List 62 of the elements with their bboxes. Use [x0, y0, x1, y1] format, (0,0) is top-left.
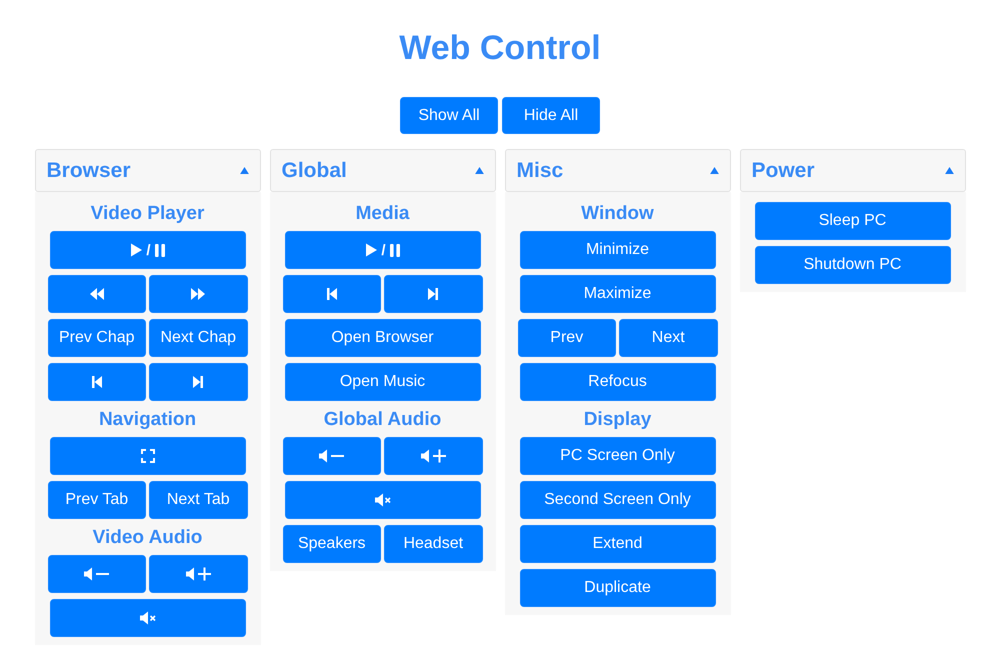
action-button[interactable]: Shutdown PC	[754, 246, 950, 284]
action-button[interactable]: Sleep PC	[754, 202, 950, 240]
panel-header[interactable]: Browser	[34, 149, 260, 192]
action-button[interactable]: Prev Chap	[48, 319, 146, 357]
panel-header[interactable]: Misc	[504, 149, 730, 192]
panel-header[interactable]: Power	[740, 149, 966, 192]
skip-back-icon	[92, 376, 102, 388]
action-button[interactable]: Second Screen Only	[520, 481, 716, 519]
fast-forward-icon	[191, 288, 206, 300]
section-heading: Window	[580, 202, 655, 226]
section-heading: Display	[582, 408, 652, 432]
skip-forward-icon	[193, 376, 204, 388]
action-button[interactable]: Extend	[520, 525, 716, 563]
pause-icon	[390, 244, 400, 256]
pause-icon	[154, 244, 165, 256]
previous-button[interactable]	[48, 363, 146, 401]
action-button[interactable]: Next	[619, 319, 718, 357]
section-heading: Global Audio	[322, 408, 442, 432]
fullscreen-icon	[140, 449, 154, 463]
rewind-button[interactable]	[48, 275, 146, 313]
panel-header[interactable]: Global	[270, 149, 496, 192]
action-button[interactable]: Maximize	[520, 275, 716, 313]
next-button[interactable]	[384, 275, 482, 313]
volume-down-button[interactable]	[48, 555, 146, 593]
volume-up-icon	[186, 567, 211, 581]
action-button[interactable]: Minimize	[520, 231, 716, 269]
action-button[interactable]: Next Chap	[149, 319, 248, 357]
action-button[interactable]: Speakers	[282, 525, 381, 563]
volume-down-icon	[319, 449, 344, 463]
skip-back-icon	[326, 288, 337, 300]
toolbar-button[interactable]: Hide All	[502, 97, 600, 134]
section-heading: Video Player	[90, 202, 206, 226]
page-title: Web Control	[399, 28, 601, 69]
play-icon	[365, 243, 378, 257]
action-button[interactable]: Prev Tab	[48, 481, 146, 519]
previous-button[interactable]	[282, 275, 381, 313]
action-button[interactable]: PC Screen Only	[520, 437, 716, 475]
section-heading: Video Audio	[92, 526, 204, 550]
play-pause-button[interactable]: /	[50, 231, 246, 269]
toolbar-button[interactable]: Show All	[400, 97, 498, 134]
action-button[interactable]: Headset	[384, 525, 482, 563]
rewind-icon	[90, 288, 104, 300]
action-button[interactable]: Open Music	[284, 363, 480, 401]
section-heading: Media	[354, 202, 410, 226]
action-button[interactable]: Refocus	[520, 363, 716, 401]
action-button[interactable]: Duplicate	[520, 569, 716, 607]
volume-up-button[interactable]	[149, 555, 248, 593]
mute-icon	[374, 493, 390, 507]
volume-up-button[interactable]	[384, 437, 482, 475]
fast-forward-button[interactable]	[149, 275, 248, 313]
next-button[interactable]	[149, 363, 248, 401]
play-pause-button[interactable]: /	[284, 231, 480, 269]
mute-icon	[140, 611, 156, 625]
volume-up-icon	[420, 449, 446, 463]
action-button[interactable]: Next Tab	[149, 481, 248, 519]
action-button[interactable]: Prev	[518, 319, 616, 357]
action-button[interactable]: Open Browser	[284, 319, 480, 357]
volume-down-icon	[84, 567, 110, 581]
section-heading: Navigation	[98, 408, 198, 432]
play-icon	[130, 243, 142, 257]
skip-forward-icon	[428, 288, 438, 300]
volume-down-button[interactable]	[282, 437, 381, 475]
